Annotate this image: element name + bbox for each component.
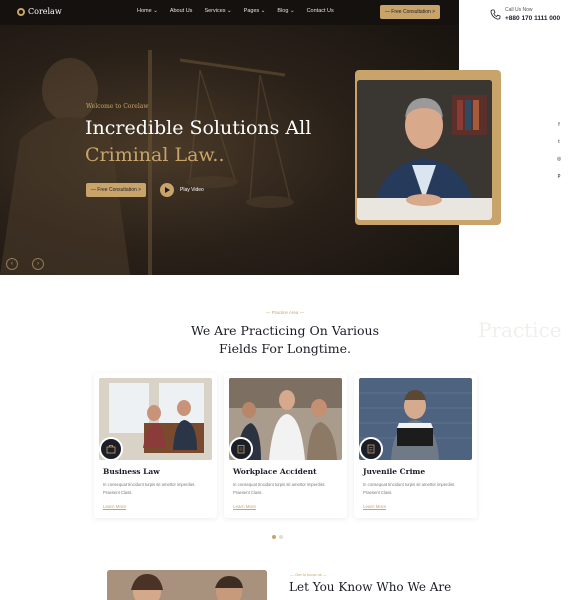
facebook-icon[interactable]: f (555, 121, 563, 129)
call-us-label: Call Us Now (505, 7, 533, 13)
nav-item-home[interactable]: Home ⌄ (137, 8, 158, 14)
slider-prev-arrow-icon[interactable]: ‹ (6, 258, 18, 270)
play-video-label: Play Video (180, 187, 204, 193)
briefcase-icon (99, 437, 123, 461)
card-description: In consequat tincidunt turpis sit ametto… (103, 482, 196, 495)
practice-title-line2: Fields For Longtime. (218, 341, 352, 356)
card-description: In consequat tincidunt turpis sit ametto… (233, 482, 326, 495)
about-team-image (107, 570, 267, 600)
practice-eyebrow: — Practice Area — (265, 310, 305, 315)
phone-number: +880 170 1111 000 (505, 15, 561, 22)
about-eyebrow: — Get to know us — (290, 572, 327, 577)
document-icon (359, 437, 383, 461)
learn-more-link[interactable]: Learn More (103, 504, 127, 510)
play-video-button[interactable]: Play Video (160, 183, 204, 197)
practice-watermark: Practice (478, 318, 562, 342)
about-title: Let You Know Who We Are (289, 580, 452, 594)
practice-card-workplace-accident[interactable]: Workplace Accident In consequat tincidun… (224, 373, 347, 518)
nav-item-services[interactable]: Services ⌄ (204, 8, 231, 14)
hero-consultation-button[interactable]: — Free Consultation > (86, 183, 146, 197)
brand-name: Corelaw (28, 7, 62, 16)
hero-title-line1: Incredible Solutions All (85, 117, 312, 139)
card-title: Business Law (103, 467, 160, 476)
logo-icon (17, 7, 25, 16)
slider-next-arrow-icon[interactable]: › (32, 258, 44, 270)
nav-item-pages[interactable]: Pages ⌄ (244, 8, 266, 14)
learn-more-link[interactable]: Learn More (233, 504, 257, 510)
top-navigation-bar: Corelaw Home ⌄ About Us Services ⌄ Pages… (0, 0, 459, 25)
phone-icon (490, 9, 501, 20)
card-title: Workplace Accident (233, 467, 317, 476)
hero-welcome-text: Welcome to Corelaw (86, 103, 149, 110)
practice-card-juvenile-crime[interactable]: Juvenile Crime In consequat tincidunt tu… (354, 373, 477, 518)
twitter-icon[interactable]: t (555, 138, 563, 146)
hero-title-line2: Criminal Law.. (85, 144, 225, 166)
card-title: Juvenile Crime (363, 467, 426, 476)
clipboard-icon (229, 437, 253, 461)
lawyer-portrait-image (357, 80, 492, 220)
carousel-dot[interactable] (279, 535, 283, 539)
call-us-block[interactable]: Call Us Now +880 170 1111 000 (490, 6, 560, 22)
learn-more-link[interactable]: Learn More (363, 504, 387, 510)
nav-item-contact[interactable]: Contact Us (307, 8, 334, 14)
header-consultation-button[interactable]: — Free Consultation > (380, 5, 440, 19)
practice-card-business-law[interactable]: Business Law In consequat tincidunt turp… (94, 373, 217, 518)
main-nav: Home ⌄ About Us Services ⌄ Pages ⌄ Blog … (137, 8, 334, 14)
card-description: In consequat tincidunt turpis sit ametto… (363, 482, 456, 495)
pinterest-icon[interactable]: p (555, 172, 563, 180)
instagram-icon[interactable]: ◎ (555, 155, 563, 163)
play-icon[interactable] (160, 183, 174, 197)
nav-item-blog[interactable]: Blog ⌄ (277, 8, 294, 14)
nav-item-about[interactable]: About Us (170, 8, 193, 14)
carousel-dot-active[interactable] (272, 535, 276, 539)
site-logo[interactable]: Corelaw (17, 7, 62, 16)
